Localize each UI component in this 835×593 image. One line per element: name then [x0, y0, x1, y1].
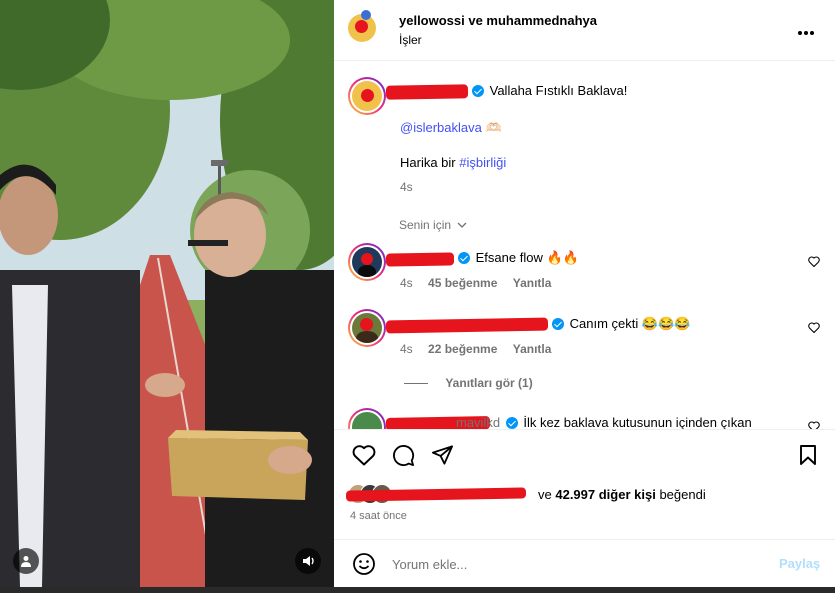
- video-frame: [0, 0, 334, 587]
- comment-avatar[interactable]: [348, 309, 386, 347]
- filter-label: Senin için: [399, 218, 452, 232]
- comment-avatar[interactable]: [348, 408, 386, 429]
- comment-likes[interactable]: 45 beğenme: [428, 276, 497, 290]
- comment-composer: Paylaş: [334, 539, 835, 588]
- post-subtitle[interactable]: İşler: [399, 33, 422, 47]
- likes-end: beğendi: [659, 487, 706, 502]
- comment-text: İlk kez baklava kutusunun içinden çıkan: [523, 415, 752, 429]
- post-timestamp[interactable]: 4 saat önce: [350, 510, 407, 522]
- sound-icon: [302, 556, 314, 566]
- post-comment-button[interactable]: Paylaş: [779, 556, 820, 571]
- caption-mention-suffix: 🫶🏻: [485, 120, 502, 135]
- view-replies-label: Yanıtları gör (1): [445, 376, 533, 390]
- comment-emoji: 🔥🔥: [546, 250, 579, 265]
- replies-divider: [404, 383, 428, 384]
- comments-list[interactable]: Vallaha Fıstıklı Baklava! @islerbaklava …: [334, 61, 835, 429]
- comment-like-icon[interactable]: [808, 322, 820, 333]
- comment-emoji: 😂😂😂: [641, 316, 691, 331]
- caption-text: Vallaha Fıstıklı Baklava!: [489, 83, 628, 98]
- caption-hashtag[interactable]: #işbirliği: [459, 155, 506, 170]
- user-tag-icon: [21, 556, 31, 567]
- balloon-decoration: [361, 10, 371, 20]
- post-media[interactable]: [0, 0, 334, 587]
- redacted-username: [385, 84, 469, 100]
- caption-mention[interactable]: @islerbaklava: [400, 120, 482, 135]
- caption-line3: Harika bir: [400, 155, 456, 170]
- comment-time: 4s: [400, 342, 413, 356]
- view-replies-button[interactable]: Yanıtları gör (1): [404, 376, 533, 390]
- comment-item: mavilkd İlk kez baklava kutusunun içinde…: [334, 407, 835, 429]
- redacted-liker: [345, 487, 527, 502]
- comment-item: Canım çekti 😂😂😂 4s 22 beğenme Yanıtla Ya…: [334, 308, 835, 398]
- post-header: yellowossi ve muhammednahya İşler: [334, 0, 835, 61]
- comment-likes[interactable]: 22 beğenme: [428, 342, 497, 356]
- comment-like-icon[interactable]: [808, 256, 820, 267]
- verified-badge-icon: [505, 417, 518, 429]
- comment-like-icon[interactable]: [808, 421, 820, 429]
- comment-text: Canım çekti: [569, 316, 639, 331]
- more-icon: [798, 31, 814, 35]
- share-icon[interactable]: [431, 444, 454, 466]
- comment-icon[interactable]: [392, 444, 415, 467]
- likes-count[interactable]: 42.997 diğer kişi: [555, 487, 655, 502]
- post-actions: ve 42.997 diğer kişi beğendi 4 saat önce: [334, 429, 835, 540]
- comment-text: Efsane flow: [475, 250, 543, 265]
- chevron-down-icon: [457, 222, 467, 228]
- verified-badge-icon: [552, 318, 564, 330]
- caption-avatar-ring[interactable]: [348, 77, 386, 115]
- comment-time: 4s: [400, 276, 413, 290]
- redacted-username: [385, 317, 549, 334]
- likes-suffix: ve: [538, 487, 552, 502]
- sound-button[interactable]: [295, 548, 321, 574]
- comment-username-fragment: mavilkd: [456, 415, 501, 429]
- post-authors[interactable]: yellowossi ve muhammednahya: [399, 13, 597, 28]
- comment-avatar[interactable]: [348, 243, 386, 281]
- emoji-icon[interactable]: [352, 552, 376, 576]
- comment-item: Efsane flow 🔥🔥 4s 45 beğenme Yanıtla: [334, 242, 835, 302]
- reply-button[interactable]: Yanıtla: [513, 342, 552, 356]
- heart-icon[interactable]: [352, 444, 376, 466]
- comment-filter[interactable]: Senin için: [399, 218, 467, 232]
- redacted-username: [385, 252, 455, 267]
- comment-input[interactable]: [390, 553, 754, 575]
- post-panel: yellowossi ve muhammednahya İşler Vallah…: [334, 0, 835, 587]
- more-options-button[interactable]: [797, 24, 815, 39]
- caption-block: Vallaha Fıstıklı Baklava! @islerbaklava …: [334, 75, 835, 205]
- caption-time: 4s: [400, 180, 413, 194]
- reply-button[interactable]: Yanıtla: [513, 276, 552, 290]
- verified-badge-icon: [472, 85, 484, 97]
- user-tag-button[interactable]: [13, 548, 39, 574]
- bookmark-icon[interactable]: [799, 444, 817, 466]
- verified-badge-icon: [458, 252, 470, 264]
